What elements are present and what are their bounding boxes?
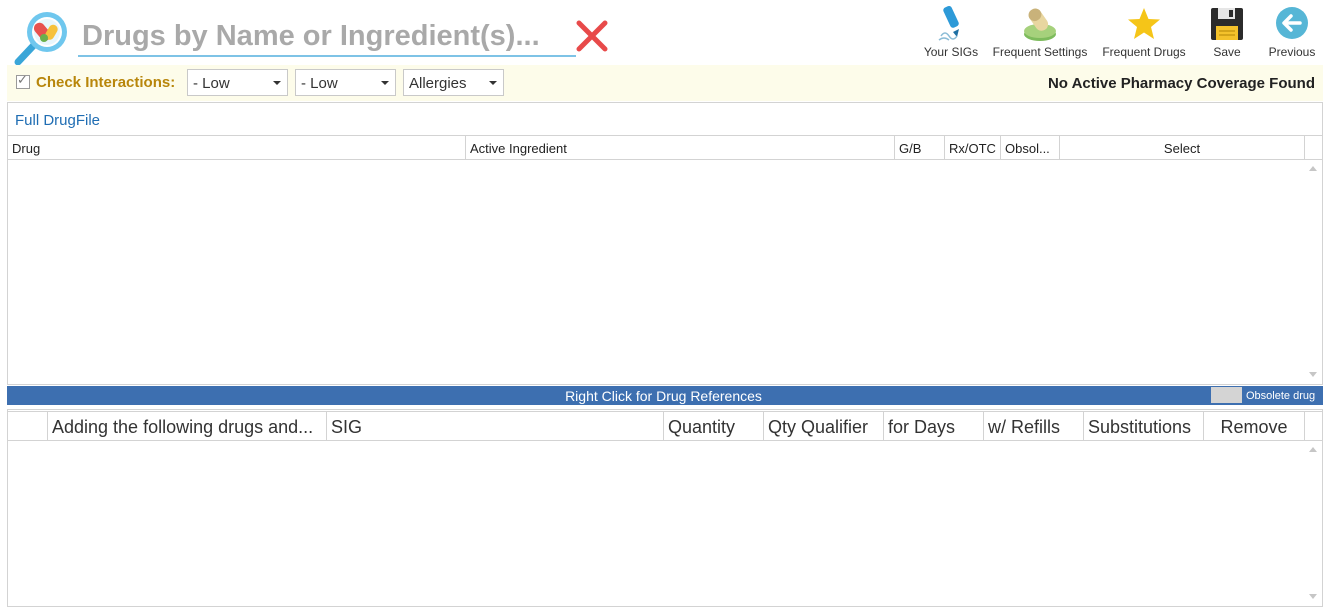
your-sigs-label: Your SIGs bbox=[923, 45, 979, 59]
col-for-days[interactable]: for Days bbox=[884, 412, 984, 440]
scroll-up-icon[interactable] bbox=[1309, 166, 1317, 171]
frequent-drugs-button[interactable]: Frequent Drugs bbox=[1099, 6, 1189, 62]
severity-select-1-value: - Low bbox=[193, 75, 230, 92]
scroll-down-icon[interactable] bbox=[1309, 372, 1317, 377]
col-obsolete[interactable]: Obsol... bbox=[1001, 136, 1060, 159]
scroll-down-icon[interactable] bbox=[1309, 594, 1317, 599]
col-quantity[interactable]: Quantity bbox=[664, 412, 764, 440]
col-scroll-spacer bbox=[1305, 412, 1322, 440]
obsolete-color-swatch bbox=[1211, 387, 1242, 403]
col-generic-brand[interactable]: G/B bbox=[895, 136, 945, 159]
save-button[interactable]: Save bbox=[1205, 6, 1249, 62]
col-remove[interactable]: Remove bbox=[1204, 412, 1305, 440]
checkmark-icon: ✓ bbox=[17, 72, 28, 87]
col-sig[interactable]: SIG bbox=[327, 412, 664, 440]
col-refills[interactable]: w/ Refills bbox=[984, 412, 1084, 440]
severity-select-1[interactable]: - Low bbox=[187, 69, 288, 96]
allergies-select[interactable]: Allergies bbox=[403, 69, 504, 96]
status-hint: Right Click for Drug References bbox=[565, 388, 762, 404]
scroll-up-icon[interactable] bbox=[1309, 447, 1317, 452]
orders-grid-scrollbar[interactable] bbox=[1306, 441, 1320, 605]
col-select[interactable]: Select bbox=[1060, 136, 1305, 159]
col-substitutions[interactable]: Substitutions bbox=[1084, 412, 1204, 440]
col-row-marker bbox=[8, 412, 48, 440]
orders-grid-header: Adding the following drugs and... SIG Qu… bbox=[8, 411, 1322, 441]
col-active-ingredient[interactable]: Active Ingredient bbox=[466, 136, 895, 159]
chevron-down-icon bbox=[489, 81, 497, 85]
chevron-down-icon bbox=[273, 81, 281, 85]
drug-grid-scrollbar[interactable] bbox=[1306, 160, 1320, 383]
clear-x-icon bbox=[576, 20, 608, 52]
drug-grid-header: Drug Active Ingredient G/B Rx/OTC Obsol.… bbox=[8, 135, 1322, 160]
chevron-down-icon bbox=[381, 81, 389, 85]
severity-select-2[interactable]: - Low bbox=[295, 69, 396, 96]
your-sigs-button[interactable]: Your SIGs bbox=[922, 6, 980, 62]
frequent-settings-label: Frequent Settings bbox=[992, 45, 1088, 59]
allergies-select-value: Allergies bbox=[409, 75, 467, 92]
previous-label: Previous bbox=[1268, 45, 1316, 59]
col-drug-description[interactable]: Adding the following drugs and... bbox=[48, 412, 327, 440]
obsolete-legend-label: Obsolete drug bbox=[1246, 390, 1316, 402]
full-drugfile-link[interactable]: Full DrugFile bbox=[15, 112, 100, 129]
coverage-status: No Active Pharmacy Coverage Found bbox=[1047, 75, 1315, 92]
magnifier-pills-icon bbox=[12, 8, 70, 66]
search-input[interactable] bbox=[78, 17, 576, 57]
col-scroll-spacer bbox=[1305, 136, 1322, 159]
frequent-drugs-label: Frequent Drugs bbox=[1102, 45, 1186, 59]
floppy-disk-icon bbox=[1211, 8, 1243, 40]
pen-icon bbox=[938, 6, 959, 41]
severity-select-2-value: - Low bbox=[301, 75, 338, 92]
previous-button[interactable]: Previous bbox=[1264, 6, 1320, 62]
col-drug[interactable]: Drug bbox=[8, 136, 466, 159]
frequent-settings-button[interactable]: Frequent Settings bbox=[990, 6, 1090, 62]
col-qty-qualifier[interactable]: Qty Qualifier bbox=[764, 412, 884, 440]
pills-icon bbox=[1024, 8, 1056, 41]
clear-search-button[interactable] bbox=[574, 20, 610, 52]
star-icon bbox=[1128, 8, 1160, 39]
back-arrow-icon bbox=[1276, 7, 1308, 39]
check-interactions-label: Check Interactions: bbox=[36, 74, 176, 91]
col-rx-otc[interactable]: Rx/OTC bbox=[945, 136, 1001, 159]
save-label: Save bbox=[1213, 45, 1241, 59]
